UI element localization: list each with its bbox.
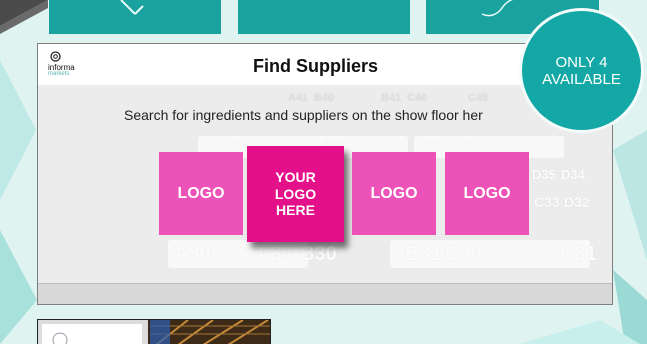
logo-tile[interactable]: LOGO: [445, 152, 529, 235]
promo-page: { "promo": { "badge_line1": "ONLY 4", "b…: [0, 0, 647, 344]
floor-label: A41: [288, 92, 309, 104]
top-tabs: [49, 0, 599, 34]
floor-label: C45: [468, 92, 489, 104]
logo-tile-label: LOGO: [463, 184, 511, 202]
floor-label: D32: [564, 194, 590, 210]
tab-2[interactable]: [238, 0, 410, 34]
logo-tile-label: LOGO: [177, 184, 225, 202]
floor-label: C31: [560, 243, 597, 265]
floor-label: D35: [532, 167, 556, 182]
availability-badge: ONLY 4 AVAILABLE: [519, 8, 644, 133]
logo-tile-featured[interactable]: YOUR LOGO HERE: [247, 146, 344, 242]
panel-footer: [38, 283, 612, 304]
floor-label: C40: [407, 92, 428, 104]
floor-label: C36: [448, 137, 472, 152]
floor-label: B41: [381, 92, 402, 104]
floor-label: C31: [526, 137, 550, 152]
photo-thumbnail: [37, 319, 271, 344]
floor-label: B40: [314, 92, 335, 104]
floor-label: A36: [216, 137, 240, 152]
tab-1[interactable]: [49, 0, 221, 34]
floor-label: B30: [300, 243, 337, 265]
logo-tile[interactable]: LOGO: [352, 152, 436, 235]
featured-line-2: LOGO: [274, 185, 317, 202]
floor-label: A34: [256, 243, 293, 265]
floor-label: B31: [405, 243, 442, 265]
logo-tile-label: LOGO: [370, 184, 418, 202]
featured-line-3: HERE: [276, 202, 315, 219]
badge-line-1: ONLY 4: [555, 53, 608, 71]
featured-line-1: YOUR: [275, 169, 316, 186]
badge-line-2: AVAILABLE: [542, 70, 621, 88]
informa-markets-logo: informa markets: [48, 51, 90, 81]
floor-label: B37: [420, 137, 444, 152]
logo-tile[interactable]: LOGO: [159, 152, 243, 235]
arrow-icon: [120, 0, 144, 15]
informa-circle-logo: [50, 51, 61, 62]
brand-subname: markets: [48, 71, 70, 77]
floor-label: A30: [174, 243, 211, 265]
floor-label: C30: [445, 243, 482, 265]
page-title: Find Suppliers: [253, 56, 379, 76]
floor-label: D34: [561, 167, 585, 182]
floor-label: C33: [534, 194, 560, 210]
search-hint: Search for ingredients and suppliers on …: [124, 107, 483, 123]
swirl-icon: [481, 0, 513, 17]
